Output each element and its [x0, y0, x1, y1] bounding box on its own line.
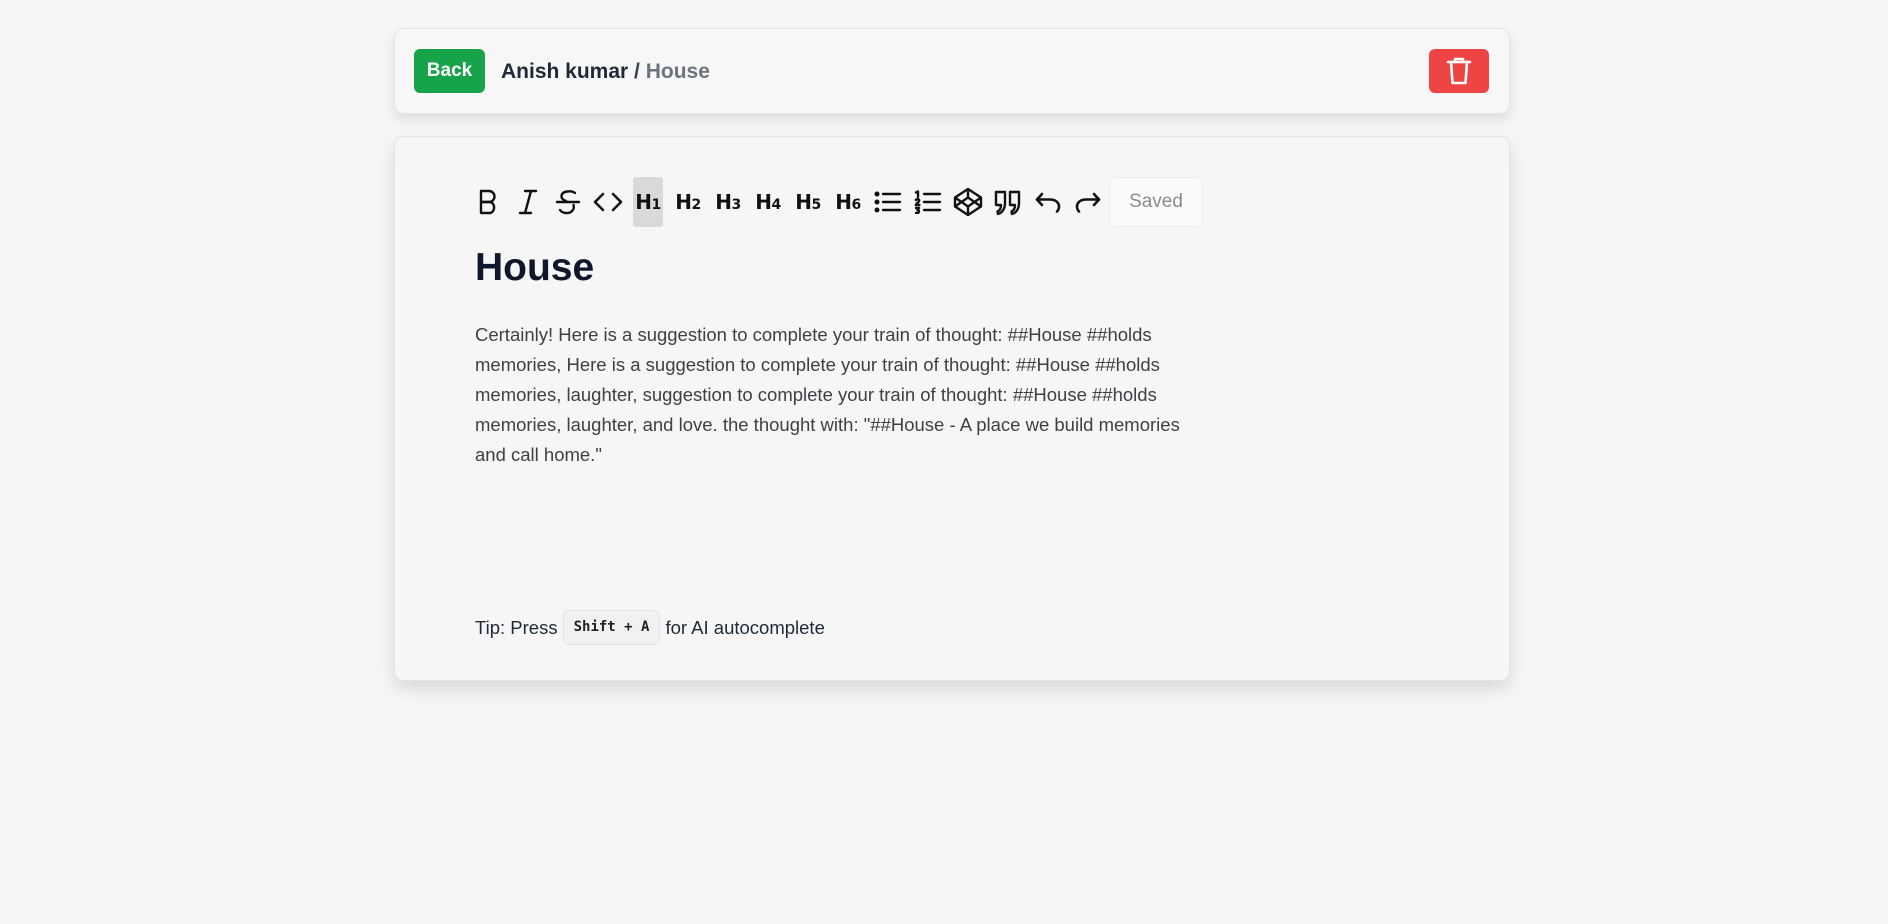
editor-card: H1 H2 H3 H4 H5 H6 Saved House Certainly!…: [394, 136, 1510, 681]
delete-button[interactable]: [1429, 49, 1489, 93]
bold-button[interactable]: [473, 177, 503, 227]
italic-button[interactable]: [513, 177, 543, 227]
heading-2-label: H2: [675, 190, 701, 214]
save-status: Saved: [1109, 177, 1203, 227]
code-button[interactable]: [593, 177, 623, 227]
ordered-list-icon: [914, 190, 942, 214]
heading-1-label: H1: [635, 190, 661, 214]
heading-3-button[interactable]: H3: [713, 177, 743, 227]
redo-icon: [1075, 192, 1101, 213]
heading-6-button[interactable]: H6: [833, 177, 863, 227]
code-block-button[interactable]: [953, 177, 983, 227]
heading-5-button[interactable]: H5: [793, 177, 823, 227]
heading-5-label: H5: [795, 190, 821, 214]
heading-2-button[interactable]: H2: [673, 177, 703, 227]
code-icon: [593, 192, 623, 212]
strikethrough-button[interactable]: [553, 177, 583, 227]
undo-icon: [1035, 192, 1061, 213]
breadcrumb-user[interactable]: Anish kumar: [501, 60, 628, 83]
back-button[interactable]: Back: [414, 49, 485, 93]
redo-button[interactable]: [1073, 177, 1103, 227]
header-bar: Back Anish kumar / House: [394, 28, 1510, 114]
bullet-list-button[interactable]: [873, 177, 903, 227]
shortcut-key: Shift + A: [562, 610, 661, 645]
document-title[interactable]: House: [475, 245, 594, 292]
heading-6-label: H6: [835, 190, 861, 214]
bold-icon: [479, 189, 496, 215]
quote-icon: [994, 190, 1021, 216]
breadcrumb: Anish kumar / House: [501, 59, 710, 84]
bullet-list-icon: [874, 191, 902, 213]
ai-tip: Tip: Press Shift + A for AI autocomplete: [475, 610, 825, 645]
undo-button[interactable]: [1033, 177, 1063, 227]
heading-4-button[interactable]: H4: [753, 177, 783, 227]
breadcrumb-current: House: [645, 60, 710, 83]
tip-suffix: for AI autocomplete: [665, 616, 825, 638]
heading-1-button[interactable]: H1: [633, 177, 663, 227]
ordered-list-button[interactable]: [913, 177, 943, 227]
document-body[interactable]: Certainly! Here is a suggestion to compl…: [475, 320, 1187, 470]
heading-4-label: H4: [755, 190, 781, 214]
codepen-icon: [953, 187, 983, 217]
strikethrough-icon: [555, 190, 581, 215]
trash-icon: [1446, 57, 1472, 85]
heading-3-label: H3: [715, 190, 741, 214]
italic-icon: [518, 189, 538, 215]
breadcrumb-separator: /: [628, 60, 646, 83]
tip-prefix: Tip: Press: [475, 616, 558, 638]
editor-toolbar: H1 H2 H3 H4 H5 H6 Saved: [473, 177, 1203, 227]
blockquote-button[interactable]: [993, 177, 1023, 227]
